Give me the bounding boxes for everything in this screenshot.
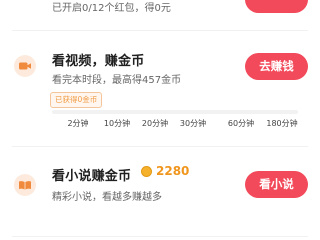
video-task-desc: 看完本时段，最高得457金币 (52, 75, 182, 86)
video-camera-icon (14, 55, 36, 77)
book-icon (14, 174, 36, 196)
novel-task-desc: 精彩小说，看越多赚越多 (52, 192, 162, 203)
top-task-button-partial[interactable] (245, 0, 308, 13)
novel-task-title: 看小说赚金币 (52, 169, 132, 184)
milestone-label: 10分钟 (103, 119, 131, 128)
milestone-label: 30分钟 (179, 119, 207, 128)
earned-coins-badge: 已获得0金币 (50, 92, 103, 108)
novel-coin-value: 2280 (156, 164, 190, 178)
milestone-label: 2分钟 (67, 119, 89, 128)
watch-progress-track (52, 110, 298, 114)
read-novel-button[interactable]: 看小说 (245, 171, 308, 198)
divider (12, 30, 308, 31)
top-task-desc: 已开启0/12个红包，得0元 (52, 3, 171, 14)
milestone-label: 20分钟 (141, 119, 169, 128)
coin-icon (141, 166, 152, 177)
milestone-label: 180分钟 (266, 119, 298, 128)
divider (12, 146, 308, 147)
go-earn-button[interactable]: 去赚钱 (245, 53, 308, 80)
milestone-label: 60分钟 (227, 119, 255, 128)
video-task-title: 看视频，赚金币 (52, 54, 145, 69)
divider (12, 236, 308, 237)
